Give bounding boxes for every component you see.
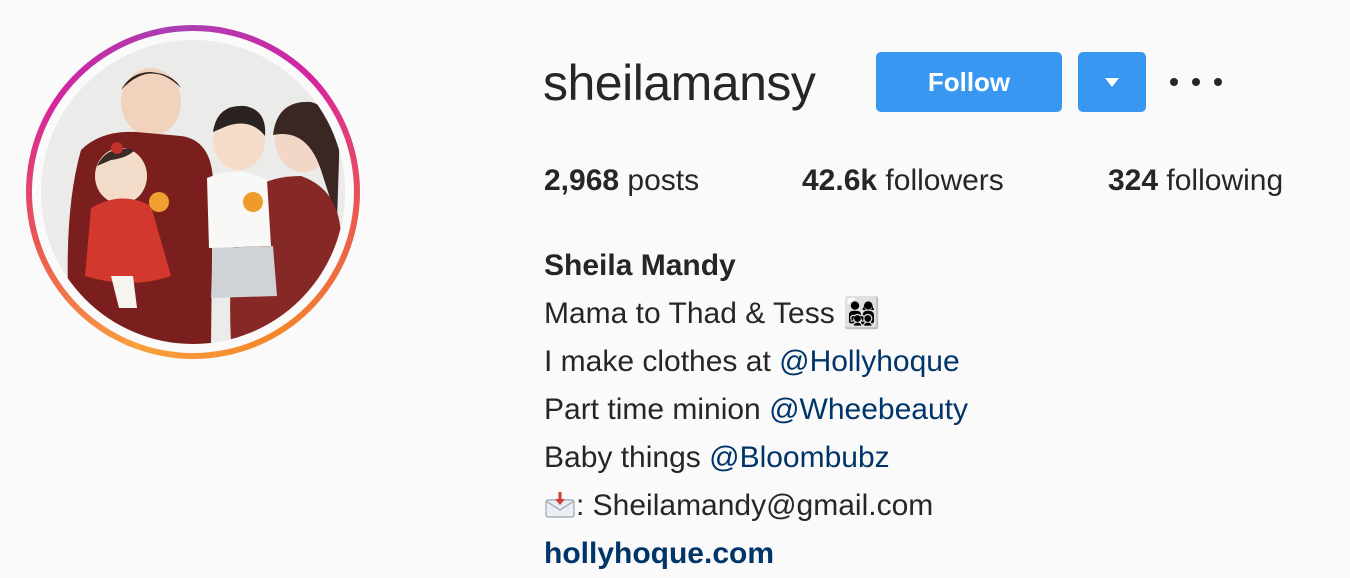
posts-count: 2,968 bbox=[544, 164, 620, 197]
family-photo bbox=[41, 40, 345, 344]
follow-button[interactable]: Follow bbox=[876, 52, 1062, 112]
profile-full-name: Sheila Mandy bbox=[544, 249, 736, 282]
mention-link-bloombubz[interactable]: @Bloombubz bbox=[709, 441, 890, 474]
bio-text: I make clothes at bbox=[544, 345, 780, 378]
followers-label: followers bbox=[885, 164, 1004, 197]
stat-followers[interactable]: 42.6k followers bbox=[802, 160, 1004, 202]
mention-link-hollyhoque[interactable]: @Hollyhoque bbox=[779, 345, 960, 378]
profile-username: sheilamansy bbox=[543, 55, 816, 111]
bio-line-email: : Sheilamandy@gmail.com bbox=[544, 482, 968, 530]
options-button[interactable] bbox=[1170, 64, 1222, 100]
family-emoji-icon: 👨‍👩‍👧‍👦 bbox=[843, 296, 881, 331]
followers-count: 42.6k bbox=[802, 164, 878, 197]
suggested-accounts-button[interactable] bbox=[1078, 52, 1146, 112]
stat-following[interactable]: 324 following bbox=[1108, 160, 1283, 202]
incoming-envelope-icon bbox=[545, 492, 575, 518]
bio-email: : Sheilamandy@gmail.com bbox=[576, 489, 934, 522]
bio-line-family: Mama to Thad & Tess 👨‍👩‍👧‍👦 bbox=[544, 290, 968, 338]
bio-line-baby: Baby things @Bloombubz bbox=[544, 434, 968, 482]
following-count: 324 bbox=[1108, 164, 1159, 197]
more-horizontal-icon bbox=[1170, 78, 1178, 86]
website-link[interactable]: hollyhoque.com bbox=[544, 530, 968, 578]
posts-label: posts bbox=[627, 164, 700, 197]
more-horizontal-icon bbox=[1192, 78, 1200, 86]
profile-avatar-ring[interactable] bbox=[26, 25, 360, 359]
mention-link-wheebeauty[interactable]: @Wheebeauty bbox=[769, 393, 968, 426]
bio-line-clothes: I make clothes at @Hollyhoque bbox=[544, 338, 968, 386]
bio-line-minion: Part time minion @Wheebeauty bbox=[544, 386, 968, 434]
profile-bio: Sheila Mandy Mama to Thad & Tess 👨‍👩‍👧‍👦… bbox=[544, 242, 968, 578]
following-label: following bbox=[1166, 164, 1284, 197]
bio-text: Part time minion bbox=[544, 393, 770, 426]
chevron-down-icon bbox=[1105, 77, 1119, 87]
profile-avatar[interactable] bbox=[41, 40, 345, 344]
bio-text: Baby things bbox=[544, 441, 710, 474]
stat-posts: 2,968 posts bbox=[544, 160, 699, 202]
more-horizontal-icon bbox=[1214, 78, 1222, 86]
bio-text: Mama to Thad & Tess bbox=[544, 297, 844, 330]
